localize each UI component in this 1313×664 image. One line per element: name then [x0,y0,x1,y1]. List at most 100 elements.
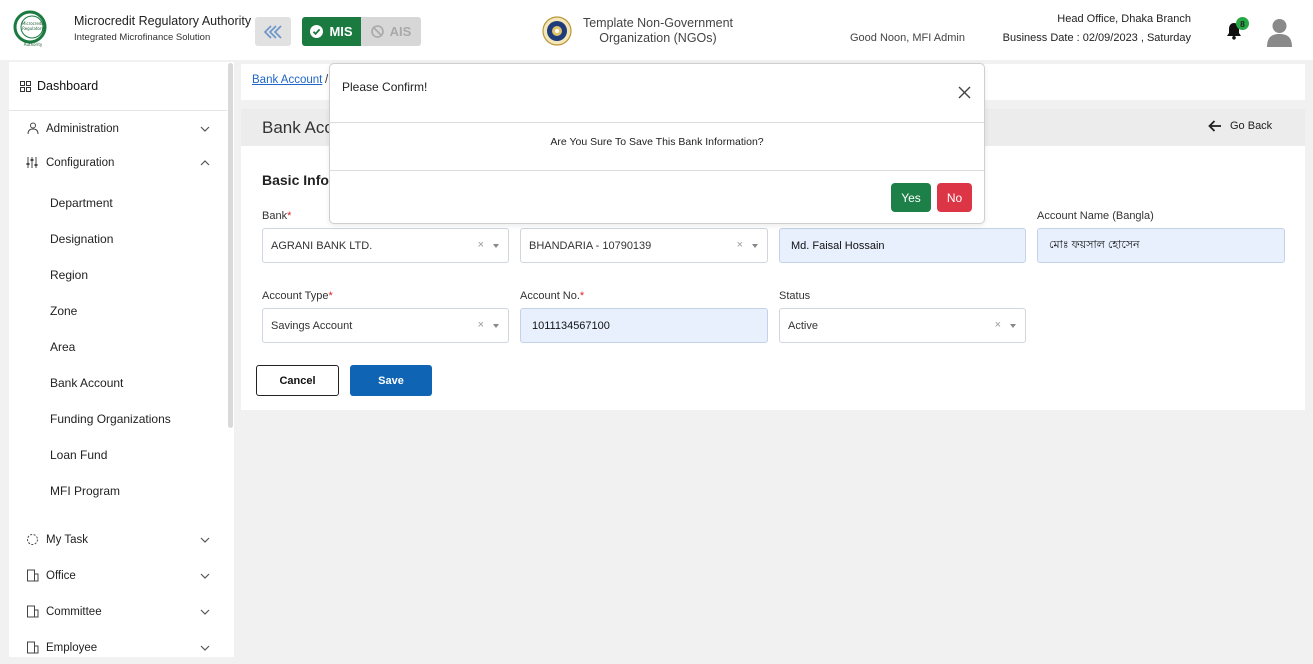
brand-name: Microcredit Regulatory Authority [74,14,252,28]
section-title-basic-info: Basic Info [262,172,329,188]
chevron-up-icon [200,160,210,166]
sidebar-item-employee[interactable]: Employee [9,636,227,657]
branch-select[interactable]: BHANDARIA - 10790139 × [520,228,768,263]
org-seal-icon [542,16,572,46]
org-name-line2: Organization (NGOs) [599,31,717,45]
mra-logo-icon: Microcredit Regulatory Authority [13,10,47,47]
sidebar-item-configuration[interactable]: Configuration [9,151,227,175]
sidebar-item-label: Committee [46,606,102,618]
building-icon [27,605,39,618]
account-no-input[interactable]: 1011134567100 [520,308,768,343]
top-header: Microcredit Regulatory Authority Microcr… [0,0,1313,60]
brand-subtitle: Integrated Microfinance Solution [74,32,211,43]
account-type-label: Account Type* [262,290,333,302]
sidebar-item-label: Employee [46,642,98,654]
go-back-button[interactable]: Go Back [1208,120,1272,132]
svg-text:Authority: Authority [24,42,43,47]
user-avatar-icon[interactable] [1266,17,1293,47]
caret-down-icon[interactable] [752,244,758,248]
sidebar-scrollbar[interactable] [228,63,233,428]
account-type-select[interactable]: Savings Account × [262,308,509,343]
mis-label: MIS [329,24,353,39]
sidebar-item-dashboard[interactable]: Dashboard [9,62,227,111]
mis-toggle-button[interactable]: MIS [302,17,361,46]
arrow-left-icon [1208,120,1221,132]
caret-down-icon[interactable] [493,324,499,328]
divider [330,170,984,171]
divider [330,122,984,123]
yes-button[interactable]: Yes [891,183,931,212]
status-value: Active [788,319,818,332]
confirm-dialog: Please Confirm! Are You Sure To Save Thi… [329,63,985,224]
page-title: Bank Acc [262,118,333,137]
bank-label: Bank* [262,210,292,222]
clear-icon[interactable]: × [478,239,484,251]
org-name-line1: Template Non-Government [582,16,734,30]
clear-icon[interactable]: × [995,319,1001,331]
no-button[interactable]: No [937,183,972,212]
sidebar-item-label: My Task [46,534,88,546]
status-label: Status [779,290,811,302]
cancel-button[interactable]: Cancel [256,365,339,396]
caret-down-icon[interactable] [1010,324,1016,328]
bank-select-value: AGRANI BANK LTD. [271,239,373,252]
close-icon[interactable] [958,86,971,99]
breadcrumb-separator: / [325,74,329,86]
sidebar-item-label: Office [46,570,76,582]
account-type-value: Savings Account [271,319,353,332]
go-back-label: Go Back [1230,120,1273,132]
sidebar: Dashboard Administration Configuration D… [9,62,234,657]
sidebar-subitem-loan-fund[interactable]: Loan Fund [50,448,107,462]
caret-down-icon[interactable] [493,244,499,248]
sidebar-item-office[interactable]: Office [9,564,227,588]
sidebar-subitem-designation[interactable]: Designation [50,232,113,246]
building-icon [27,641,39,654]
business-date: Business Date : 02/09/2023 , Saturday [1002,32,1191,44]
spinner-icon [27,534,38,545]
sidebar-subitem-bank-account[interactable]: Bank Account [50,376,123,390]
org-name: Template Non-Government Organization (NG… [578,16,738,46]
sidebar-item-label: Configuration [46,157,115,169]
notification-badge: 8 [1236,17,1249,30]
clear-icon[interactable]: × [737,239,743,251]
check-circle-icon [310,25,324,38]
breadcrumb-link-bank-account[interactable]: Bank Account [252,74,322,86]
account-name-bangla-label: Account Name (Bangla) [1037,210,1154,222]
branch-select-value: BHANDARIA - 10790139 [529,239,652,252]
chevron-down-icon [200,537,210,543]
chevron-down-icon [200,573,210,579]
sidebar-item-committee[interactable]: Committee [9,600,227,624]
sidebar-item-label: Administration [46,123,119,135]
sidebar-subitem-funding-organizations[interactable]: Funding Organizations [50,412,171,426]
sidebar-subitem-zone[interactable]: Zone [50,304,77,318]
account-name-value: Md. Faisal Hossain [791,239,885,252]
sidebar-subitem-mfi-program[interactable]: MFI Program [50,484,120,498]
account-name-bangla-value: মোঃ ফয়সাল হোসেন [1049,239,1140,251]
clear-icon[interactable]: × [478,319,484,331]
sidebar-subitem-area[interactable]: Area [50,340,75,354]
admin-users-icon [27,122,39,135]
branch-name: Head Office, Dhaka Branch [1057,13,1191,25]
sidebar-item-label: Dashboard [37,79,99,93]
sidebar-item-my-task[interactable]: My Task [9,528,227,552]
dialog-message: Are You Sure To Save This Bank Informati… [550,136,764,148]
dialog-title: Please Confirm! [342,80,428,94]
sidebar-item-administration[interactable]: Administration [9,117,227,141]
chevron-down-icon [200,645,210,651]
chevron-down-icon [200,609,210,615]
bank-select[interactable]: AGRANI BANK LTD. × [262,228,509,263]
ais-toggle-button[interactable]: AIS [361,17,421,46]
account-no-label: Account No.* [520,290,585,302]
collapse-sidebar-button[interactable] [255,17,291,46]
status-select[interactable]: Active × [779,308,1026,343]
building-icon [27,569,39,582]
sidebar-subitem-department[interactable]: Department [50,196,113,210]
save-button[interactable]: Save [350,365,432,396]
sliders-icon [26,157,38,168]
account-name-bangla-input[interactable]: মোঃ ফয়সাল হোসেন [1037,228,1285,263]
chevron-down-icon [200,126,210,132]
sidebar-subitem-region[interactable]: Region [50,268,88,282]
svg-text:Regulatory: Regulatory [22,26,44,31]
greeting-text: Good Noon, MFI Admin [850,32,965,44]
account-name-input[interactable]: Md. Faisal Hossain [779,228,1026,263]
